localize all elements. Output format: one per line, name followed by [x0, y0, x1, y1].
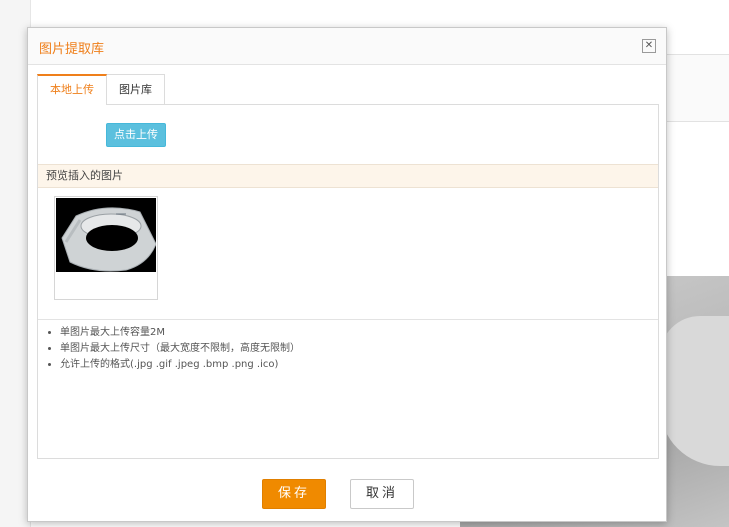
preview-heading-label: 预览插入的图片	[46, 169, 123, 182]
tab-bar: 本地上传 图片库	[37, 74, 165, 105]
tab-local-upload[interactable]: 本地上传	[37, 74, 107, 105]
dialog-footer: 保存 取消	[28, 472, 666, 521]
tab-image-library[interactable]: 图片库	[106, 74, 165, 104]
click-upload-button[interactable]: 点击上传	[106, 123, 166, 147]
close-icon[interactable]: ✕	[642, 39, 656, 53]
thumbnail-image	[56, 198, 156, 272]
cancel-button[interactable]: 取消	[350, 479, 414, 509]
preview-area	[38, 188, 658, 320]
rule-max-size: 单图片最大上传容量2M	[60, 325, 300, 341]
dialog-title: 图片提取库	[39, 42, 105, 57]
image-thumbnail[interactable]	[54, 196, 158, 300]
filter-ring-image	[56, 198, 156, 272]
upload-rules-list: 单图片最大上传容量2M 单图片最大上传尺寸（最大宽度不限制，高度无限制） 允许上…	[48, 325, 300, 373]
save-button[interactable]: 保存	[262, 479, 326, 509]
rule-allowed-formats: 允许上传的格式(.jpg .gif .jpeg .bmp .png .ico)	[60, 357, 300, 373]
rule-max-dimensions: 单图片最大上传尺寸（最大宽度不限制，高度无限制）	[60, 341, 300, 357]
dialog-header: 图片提取库 ✕	[28, 28, 666, 65]
upload-panel: 点击上传 预览插入的图片 单图	[37, 104, 659, 459]
preview-heading: 预览插入的图片	[38, 164, 658, 188]
image-library-dialog: 图片提取库 ✕ 本地上传 图片库 点击上传 预览插入的图片 • 单图片最大上传容…	[27, 27, 667, 522]
